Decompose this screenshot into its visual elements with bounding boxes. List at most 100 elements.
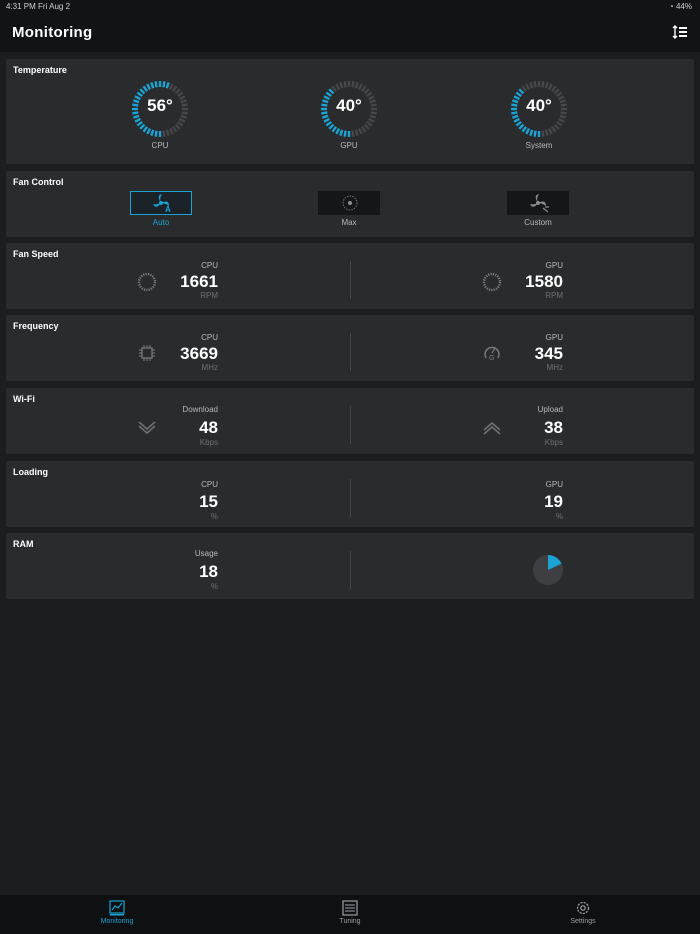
gauge-tick [165,81,170,89]
gauge-tick [331,85,338,92]
gpu-loading-label: GPU [545,480,563,489]
gauge-tick [369,114,377,119]
system-temperature-gauge: 40° System [509,79,569,150]
cpu-fan-label: CPU [201,261,218,270]
wifi-title: Wi-Fi [13,394,35,404]
gauge-tick [335,83,341,90]
nav-tuning[interactable]: Tuning [310,900,390,925]
gauge-label: System [525,141,553,150]
gauge-tick [343,130,347,137]
upload-unit: Kbps [544,438,563,447]
cpu-frequency-label: CPU [201,333,218,342]
gauge-tick [525,128,531,135]
fan-mode-custom-button[interactable] [507,191,569,215]
gauge-tick [541,130,545,137]
status-bar: 4:31 PM Fri Aug 2 ◔ 44% [0,0,700,14]
gauge-tick [366,120,373,127]
fan-speed-title: Fan Speed [13,249,59,259]
gauge-tick [368,117,375,123]
gpu-frequency-value: 345 [534,344,563,363]
download-value: 48 [199,418,218,437]
gauge-tick [354,129,359,137]
gauge-tick [343,81,347,88]
gauge-tick [513,117,520,123]
gauge-tick [529,129,534,137]
cpu-frequency-unit: MHz [201,363,218,372]
gauge-tick [518,88,525,95]
gauge-tick [360,126,367,133]
gauge-tick [139,88,146,95]
gauge-tick [150,81,155,89]
frequency-card: Frequency CPU 3669 MHz G GPU 345 MHz [6,315,694,381]
gauge-tick [351,130,355,137]
nav-monitoring[interactable]: Monitoring [77,900,157,925]
cpu-temperature-gauge: 56° CPU [130,79,190,150]
loading-card: Loading CPU 15 % GPU 19 % [6,461,694,527]
gauge-value: 40° [336,96,362,115]
sort-button[interactable] [672,24,688,40]
bottom-nav: Monitoring Tuning Settings [0,895,700,934]
nav-tuning-label: Tuning [339,918,361,925]
gauge-tick [323,117,330,123]
fan-speed-card: Fan Speed CPU 1661 RPM GPU 1580 RPM [6,243,694,309]
gauge-tick [544,129,549,137]
gauge-tick [533,130,537,137]
gauge-tick [331,126,338,133]
divider [350,333,351,371]
gauge-tick [134,117,141,123]
gauge-label: GPU [340,141,358,150]
divider [350,261,351,299]
fan-mode-auto-button[interactable]: A [130,191,192,215]
gauge-tick [328,88,335,95]
temperature-card: Temperature 56° CPU 40° GPU 40° System [6,59,694,164]
gpu-fan-value: 1580 [525,272,563,291]
gauge-tick [515,120,522,127]
gauge-value: 40° [526,96,552,115]
gauge-tick [559,114,567,119]
gauge-tick [550,85,557,92]
frequency-title: Frequency [13,321,59,331]
gauge-tick [339,81,344,89]
settings-gear-icon [576,901,590,915]
gauge-tick [363,88,370,95]
gauge-tick [165,129,170,137]
gauge-tick [357,128,363,135]
fan-max-icon [342,195,358,211]
cpu-loading-label: CPU [201,480,218,489]
cpu-loading-value: 15 [199,492,218,511]
ram-usage-label: Usage [194,549,218,558]
gauge-tick [154,81,158,88]
gpu-fan-unit: RPM [545,291,563,300]
gauge-tick [544,81,549,89]
ram-usage-value: 18 [199,562,218,581]
gauge-tick [533,81,537,88]
divider [350,551,351,589]
gpu-fan-label: GPU [545,261,563,270]
fan-mode-max-label: Max [341,218,357,227]
ram-usage-unit: % [210,582,218,591]
monitoring-chart-icon [109,900,125,916]
gauge-tick [351,81,355,88]
gauge-tick [547,83,553,90]
gauge-tick [328,123,335,130]
wifi-card: Wi-Fi Download 48 Kbps Upload 38 Kbps [6,388,694,454]
nav-monitoring-label: Monitoring [100,918,134,925]
cpu-fan-value: 1661 [180,272,218,291]
svg-text:A: A [165,205,171,213]
fan-mode-max-button[interactable] [318,191,380,215]
gauge-tick [547,128,553,135]
gpu-loading-unit: % [555,512,563,521]
fan-mode-auto-label: Auto [152,218,170,227]
gauge-tick [521,85,528,92]
gauge-value: 56° [147,96,173,115]
gauge-tick [556,120,563,127]
divider [350,479,351,517]
upload-label: Upload [537,405,563,414]
gpu-frequency-unit: MHz [546,363,563,372]
gauge-tick [339,129,344,137]
ram-usage-pie [533,555,563,585]
gauge-tick [171,126,178,133]
gauge-tick [139,123,146,130]
gauge-tick [146,83,152,90]
nav-settings[interactable]: Settings [543,900,623,925]
